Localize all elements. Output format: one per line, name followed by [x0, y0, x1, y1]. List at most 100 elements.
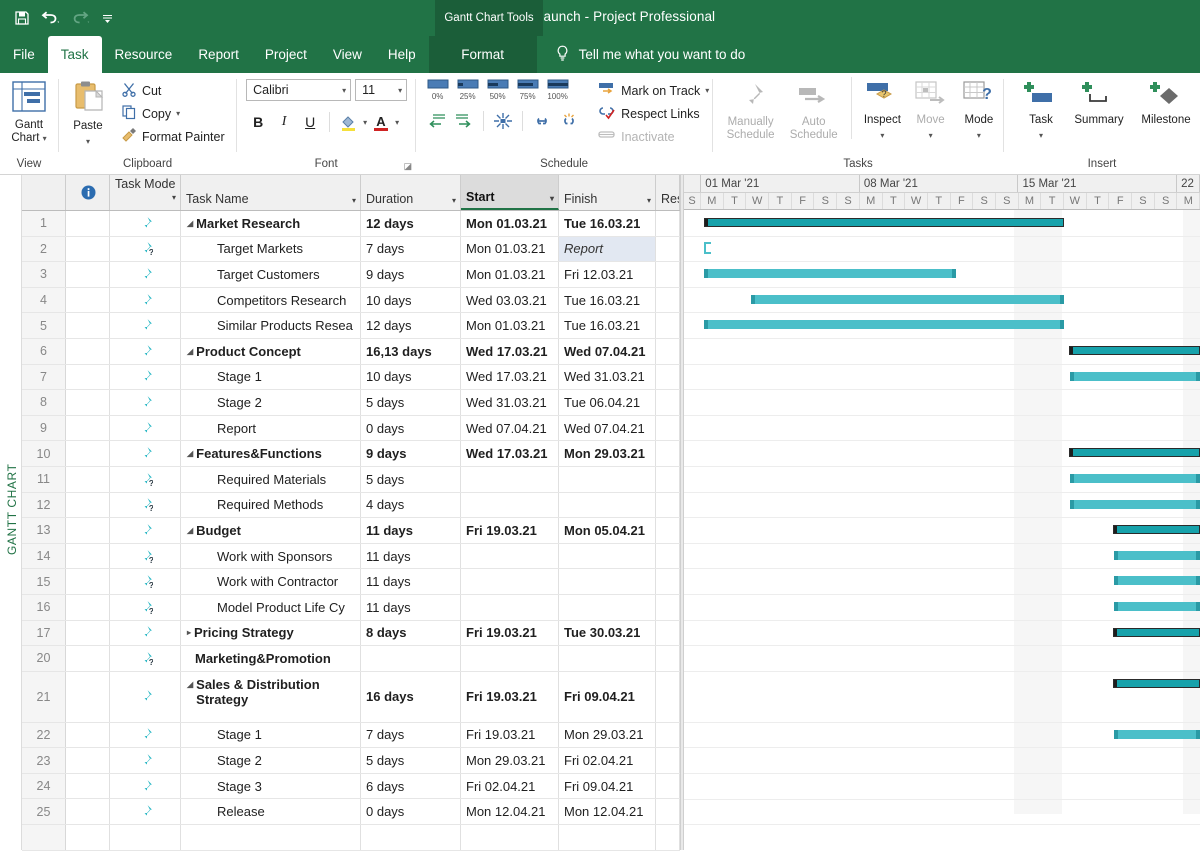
duration-cell[interactable]: 12 days: [361, 313, 461, 338]
task-name-cell[interactable]: Work with Sponsors: [181, 544, 361, 569]
resource-cell[interactable]: [656, 339, 680, 364]
indicator-cell[interactable]: [66, 799, 110, 824]
respect-links-button[interactable]: Respect Links: [594, 102, 713, 125]
resource-cell[interactable]: [656, 825, 680, 850]
task-mode-cell[interactable]: [110, 390, 181, 415]
task-bar[interactable]: [1114, 602, 1200, 611]
start-cell[interactable]: Mon 01.03.21: [461, 211, 559, 236]
finish-cell[interactable]: [559, 569, 656, 594]
task-mode-cell[interactable]: [110, 288, 181, 313]
table-row[interactable]: 25Release0 daysMon 12.04.21Mon 12.04.21: [22, 799, 680, 825]
chevron-down-icon[interactable]: ▾: [176, 109, 180, 118]
row-number-cell[interactable]: 24: [22, 774, 66, 799]
task-name-cell[interactable]: Required Materials: [181, 467, 361, 492]
finish-cell[interactable]: Wed 31.03.21: [559, 365, 656, 390]
start-cell[interactable]: Wed 17.03.21: [461, 441, 559, 466]
table-row[interactable]: 15?Work with Contractor11 days: [22, 569, 680, 595]
table-row[interactable]: 14?Work with Sponsors11 days: [22, 544, 680, 570]
task-bar[interactable]: [704, 320, 1064, 329]
duration-cell[interactable]: 11 days: [361, 544, 461, 569]
row-number-cell[interactable]: 25: [22, 799, 66, 824]
task-name-cell[interactable]: Release: [181, 799, 361, 824]
row-number-cell[interactable]: 22: [22, 723, 66, 748]
resource-cell[interactable]: [656, 595, 680, 620]
expand-triangle-icon[interactable]: ▸: [187, 628, 191, 637]
duration-cell[interactable]: 10 days: [361, 288, 461, 313]
resource-cell[interactable]: [656, 313, 680, 338]
finish-cell[interactable]: Fri 09.04.21: [559, 774, 656, 799]
task-bar[interactable]: [1114, 551, 1200, 560]
summary-bar[interactable]: [704, 218, 1064, 227]
task-name-cell[interactable]: Stage 2: [181, 390, 361, 415]
tab-file[interactable]: File: [0, 36, 48, 73]
task-name-cell[interactable]: Work with Contractor: [181, 569, 361, 594]
table-row[interactable]: 3Target Customers9 daysMon 01.03.21Fri 1…: [22, 262, 680, 288]
resource-cell[interactable]: [656, 211, 680, 236]
task-mode-cell[interactable]: [110, 799, 181, 824]
font-color-button[interactable]: A: [369, 110, 393, 134]
tab-format[interactable]: Format: [429, 36, 537, 73]
task-mode-cell[interactable]: [110, 339, 181, 364]
start-cell[interactable]: Fri 02.04.21: [461, 774, 559, 799]
start-cell[interactable]: Fri 19.03.21: [461, 621, 559, 646]
task-name-cell[interactable]: Stage 3: [181, 774, 361, 799]
table-row[interactable]: 1◢Market Research12 daysMon 01.03.21Tue …: [22, 211, 680, 237]
task-name-cell[interactable]: Stage 1: [181, 723, 361, 748]
task-name-cell[interactable]: ▸Pricing Strategy: [181, 621, 361, 646]
start-cell[interactable]: Fri 19.03.21: [461, 518, 559, 543]
format-painter-button[interactable]: Format Painter: [117, 125, 229, 148]
indicator-cell[interactable]: [66, 621, 110, 646]
manually-schedule-button[interactable]: ManuallySchedule: [719, 77, 782, 142]
summary-bar[interactable]: [1113, 628, 1200, 637]
indicator-cell[interactable]: [66, 646, 110, 671]
duration-cell[interactable]: 4 days: [361, 493, 461, 518]
task-name-cell[interactable]: Competitors Research: [181, 288, 361, 313]
finish-cell[interactable]: Fri 02.04.21: [559, 748, 656, 773]
indicator-cell[interactable]: [66, 825, 110, 850]
indicator-cell[interactable]: [66, 595, 110, 620]
task-mode-cell[interactable]: ?: [110, 569, 181, 594]
chevron-down-icon[interactable]: ▾: [86, 135, 90, 148]
collapse-triangle-icon[interactable]: ◢: [187, 219, 193, 228]
start-cell[interactable]: Wed 31.03.21: [461, 390, 559, 415]
task-name-cell[interactable]: Similar Products Resea: [181, 313, 361, 338]
collapse-triangle-icon[interactable]: ◢: [187, 449, 193, 458]
finish-cell[interactable]: Wed 07.04.21: [559, 416, 656, 441]
table-row[interactable]: 23Stage 25 daysMon 29.03.21Fri 02.04.21: [22, 748, 680, 774]
resource-cell[interactable]: [656, 646, 680, 671]
chevron-down-icon[interactable]: ▾: [550, 194, 554, 203]
duration-cell[interactable]: 9 days: [361, 441, 461, 466]
percent-75-button[interactable]: 75%: [514, 78, 541, 101]
duration-cell[interactable]: 5 days: [361, 748, 461, 773]
duration-cell[interactable]: 12 days: [361, 211, 461, 236]
task-bar[interactable]: [1070, 474, 1200, 483]
table-row[interactable]: 9Report0 daysWed 07.04.21Wed 07.04.21: [22, 416, 680, 442]
indicator-cell[interactable]: [66, 723, 110, 748]
collapse-triangle-icon[interactable]: ◢: [187, 347, 193, 356]
start-cell[interactable]: Mon 01.03.21: [461, 313, 559, 338]
table-row[interactable]: 7Stage 110 daysWed 17.03.21Wed 31.03.21: [22, 365, 680, 391]
header-task-mode[interactable]: Task Mode ▾: [110, 175, 181, 210]
header-finish[interactable]: Finish ▾: [559, 175, 656, 210]
finish-cell[interactable]: Tue 06.04.21: [559, 390, 656, 415]
finish-cell[interactable]: [559, 646, 656, 671]
unlink-tasks-icon[interactable]: [556, 108, 582, 134]
resource-cell[interactable]: [656, 544, 680, 569]
duration-cell[interactable]: 0 days: [361, 799, 461, 824]
row-number-cell[interactable]: 1: [22, 211, 66, 236]
chevron-down-icon[interactable]: ▾: [880, 129, 884, 142]
table-row[interactable]: 21◢Sales & Distribution Strategy16 daysF…: [22, 672, 680, 723]
table-row[interactable]: 22Stage 17 daysFri 19.03.21Mon 29.03.21: [22, 723, 680, 749]
header-resource-names[interactable]: Res: [656, 175, 680, 210]
start-cell[interactable]: Mon 01.03.21: [461, 237, 559, 262]
task-name-cell[interactable]: Target Customers: [181, 262, 361, 287]
summary-bar[interactable]: [1113, 679, 1200, 688]
link-tasks-icon[interactable]: [529, 108, 555, 134]
tab-project[interactable]: Project: [252, 36, 320, 73]
resource-cell[interactable]: [656, 365, 680, 390]
collapse-triangle-icon[interactable]: ◢: [187, 677, 193, 692]
finish-cell[interactable]: [559, 595, 656, 620]
task-mode-cell[interactable]: [110, 748, 181, 773]
duration-cell[interactable]: 16 days: [361, 672, 461, 722]
indicator-cell[interactable]: [66, 493, 110, 518]
